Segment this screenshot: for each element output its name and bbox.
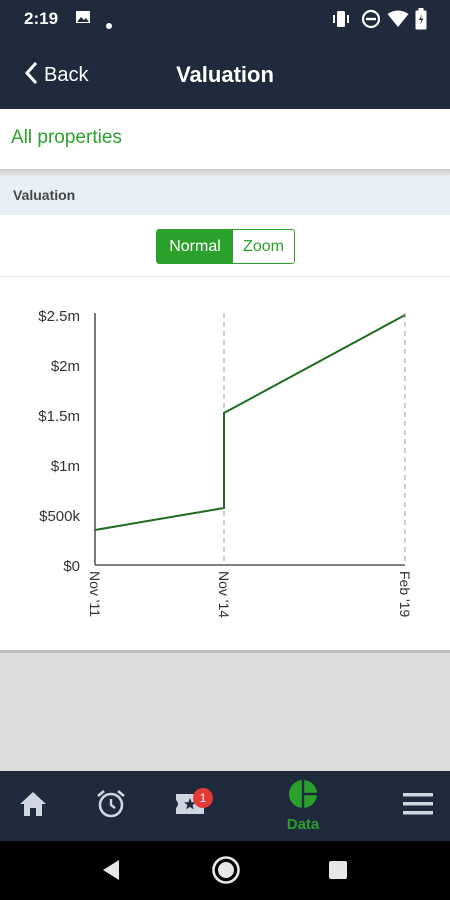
page-title: Valuation [176, 62, 274, 87]
do-not-disturb-icon [361, 9, 381, 34]
alarm-icon [95, 788, 127, 825]
status-bar: 2:19 [0, 0, 450, 40]
property-filter-label[interactable]: All properties [11, 127, 122, 149]
x-tick-label: Feb '19 [397, 571, 413, 617]
property-filter-row[interactable]: All properties [0, 109, 450, 169]
wifi-icon [387, 10, 409, 33]
battery-icon [415, 8, 427, 35]
vibrate-icon [331, 9, 351, 34]
y-tick-label: $0 [63, 558, 80, 575]
status-time: 2:19 [24, 9, 59, 28]
nav-tickets[interactable]: 1 [168, 771, 213, 841]
dot-icon [106, 16, 112, 34]
empty-area [0, 653, 450, 771]
toggle-zoom-button[interactable]: Zoom [233, 230, 294, 263]
system-back-icon[interactable] [101, 859, 121, 886]
image-icon [75, 9, 91, 30]
x-tick-label: Nov '11 [87, 571, 103, 617]
system-home-icon[interactable] [211, 855, 241, 890]
y-tick-label: $2m [51, 358, 80, 375]
nav-home[interactable] [12, 771, 54, 841]
valuation-line [94, 314, 406, 531]
menu-icon [403, 792, 433, 821]
app-header: Back Valuation [0, 40, 450, 109]
section-title: Valuation [13, 187, 76, 203]
divider [0, 169, 450, 176]
nav-reminders[interactable] [90, 771, 132, 841]
x-tick-label: Nov '14 [216, 571, 232, 618]
y-tick-label: $2.5m [38, 308, 80, 325]
nav-data-label: Data [286, 816, 320, 833]
valuation-chart: $0 $500k $1m $1.5m $2m $2.5m Nov '11 Nov '14 Feb… [38, 308, 413, 618]
system-recents-icon[interactable] [329, 861, 347, 884]
valuation-chart-area: $0 $500k $1m $1.5m $2m $2.5m Nov '11 Nov '14 Feb… [0, 278, 450, 650]
bottom-nav: 1 Data [0, 771, 450, 841]
home-icon [18, 790, 48, 823]
pie-chart-icon [288, 779, 318, 814]
toggle-normal-button[interactable]: Normal [157, 230, 233, 263]
nav-data[interactable]: Data [278, 771, 328, 841]
y-tick-label: $500k [39, 508, 80, 525]
section-header: Valuation [0, 176, 450, 215]
view-toggle-row: Normal Zoom [0, 215, 450, 277]
y-tick-label: $1.5m [38, 408, 80, 425]
notification-badge: 1 [193, 788, 213, 808]
nav-menu[interactable] [398, 771, 438, 841]
system-nav-bar [0, 841, 450, 900]
y-tick-label: $1m [51, 458, 80, 475]
view-toggle: Normal Zoom [156, 229, 295, 264]
